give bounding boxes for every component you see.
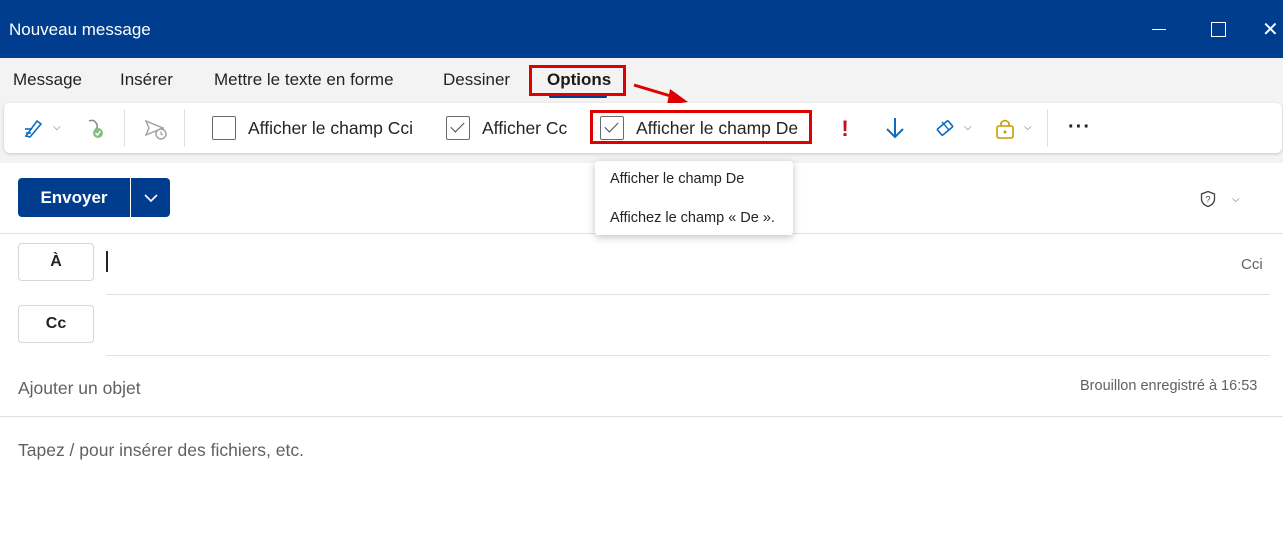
sensitivity-icon[interactable] — [82, 116, 106, 140]
low-importance-icon[interactable] — [882, 115, 908, 141]
chevron-down-icon[interactable]: ⌵ — [53, 122, 61, 133]
cc-button[interactable]: Cc — [18, 305, 94, 343]
encrypt-lock-icon[interactable] — [992, 115, 1018, 141]
tooltip: Afficher le champ De Affichez le champ «… — [595, 161, 793, 235]
to-input[interactable] — [106, 243, 1226, 283]
toolbar-separator — [124, 109, 125, 147]
chevron-down-icon[interactable]: ⌵ — [1024, 122, 1032, 133]
chevron-down-icon[interactable]: ⌵ — [964, 122, 972, 133]
tab-message[interactable]: Message — [13, 70, 82, 90]
high-importance-icon[interactable]: ! — [834, 116, 856, 142]
sensitivity-shield-icon[interactable]: ? — [1198, 189, 1218, 209]
tab-draw[interactable]: Dessiner — [443, 70, 510, 90]
show-cc-checkbox[interactable] — [446, 116, 470, 140]
title-bar: Nouveau message ✕ — [0, 0, 1283, 58]
send-button[interactable]: Envoyer — [18, 178, 130, 217]
svg-text:?: ? — [1205, 195, 1210, 205]
minimize-button[interactable] — [1144, 14, 1174, 44]
to-button[interactable]: À — [18, 243, 94, 281]
show-cc-label[interactable]: Afficher Cc — [482, 118, 567, 139]
message-body[interactable]: Tapez / pour insérer des fichiers, etc. — [18, 440, 304, 461]
tooltip-title: Afficher le champ De — [610, 171, 745, 187]
more-options-button[interactable]: ··· — [1068, 116, 1091, 139]
close-button[interactable]: ✕ — [1262, 14, 1283, 44]
divider — [106, 294, 1270, 295]
close-icon: ✕ — [1262, 18, 1279, 41]
show-from-highlight — [590, 110, 812, 144]
maximize-button[interactable] — [1203, 14, 1233, 44]
tooltip-description: Affichez le champ « De ». — [610, 210, 775, 226]
toolbar-separator — [184, 109, 185, 147]
exclamation-icon: ! — [841, 116, 849, 141]
options-tab-highlight — [529, 65, 626, 96]
cc-input[interactable] — [106, 305, 1226, 345]
draft-status: Brouillon enregistré à 16:53 — [1080, 378, 1258, 394]
delay-send-icon[interactable] — [142, 115, 168, 141]
subject-input[interactable]: Ajouter un objet — [18, 378, 141, 399]
divider — [0, 416, 1283, 417]
show-bcc-checkbox[interactable] — [212, 116, 236, 140]
bcc-link[interactable]: Cci — [1241, 256, 1263, 273]
show-bcc-label[interactable]: Afficher le champ Cci — [248, 118, 413, 139]
tracking-icon[interactable] — [932, 115, 958, 141]
window-title: Nouveau message — [9, 20, 151, 39]
divider — [106, 355, 1270, 356]
chevron-down-icon[interactable]: ⌵ — [1232, 194, 1240, 205]
themes-pen-icon[interactable] — [22, 116, 46, 140]
tab-insert[interactable]: Insérer — [120, 70, 173, 90]
toolbar-separator — [1047, 109, 1048, 147]
chevron-down-icon — [143, 193, 158, 202]
tab-format-text[interactable]: Mettre le texte en forme — [214, 70, 394, 90]
send-options-button[interactable] — [131, 178, 170, 217]
